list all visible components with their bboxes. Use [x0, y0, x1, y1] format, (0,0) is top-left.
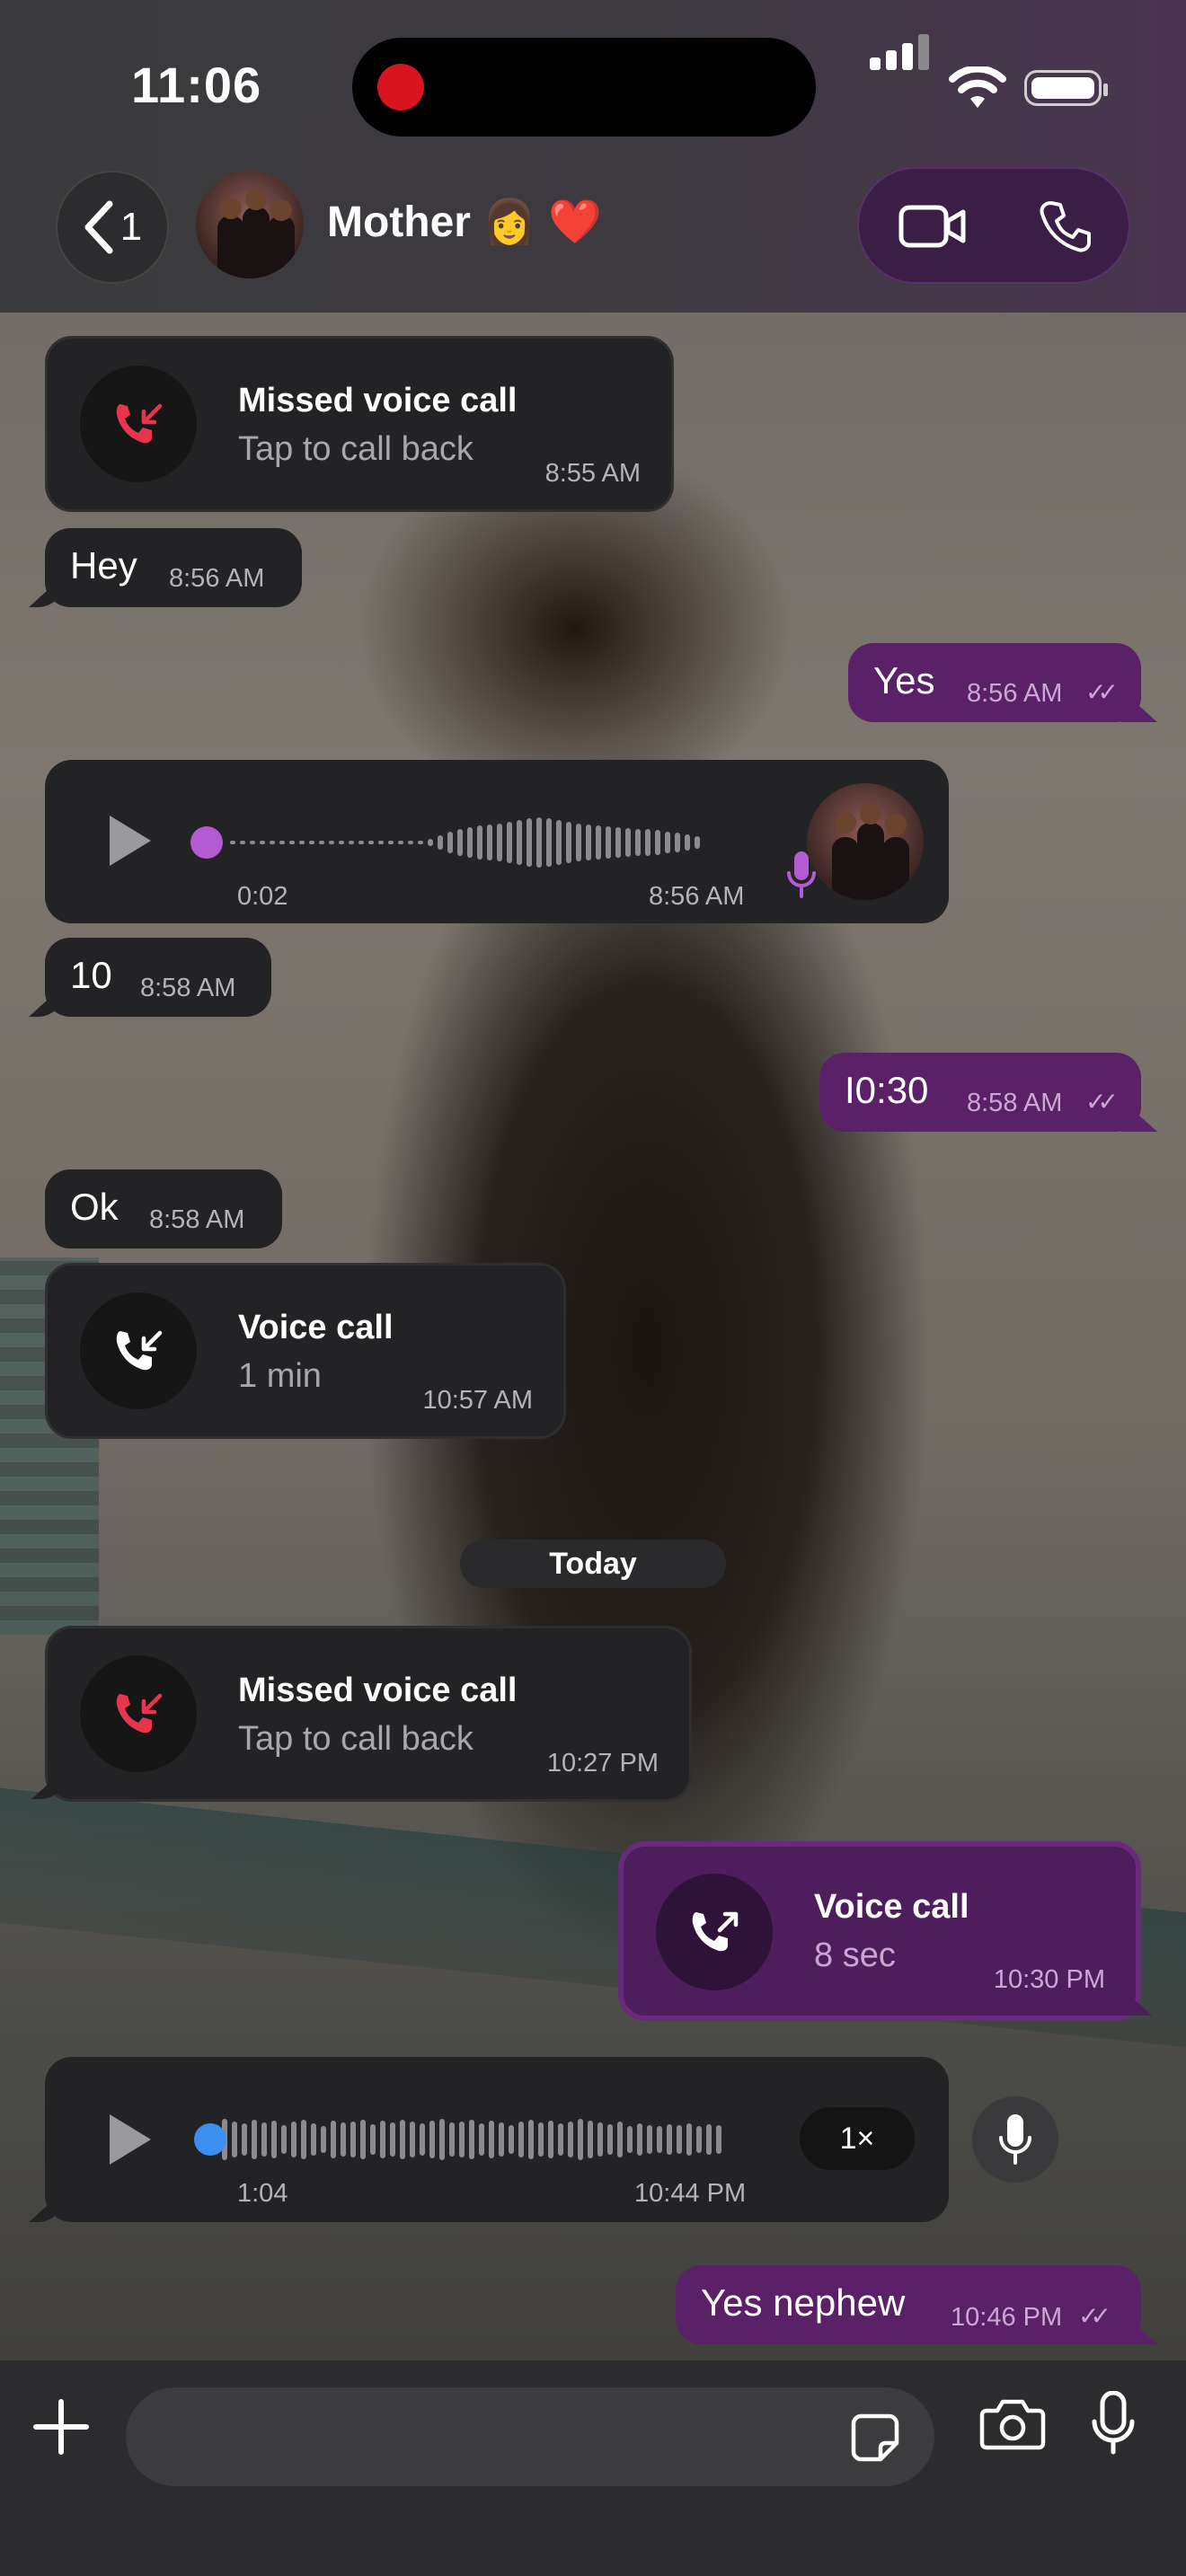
message-time: 8:56 AM: [169, 564, 265, 593]
waveform[interactable]: [230, 816, 700, 869]
message-time: 10:57 AM: [422, 1386, 533, 1415]
outgoing-message[interactable]: Yes 8:56 AM ✓✓: [848, 643, 1141, 722]
play-icon[interactable]: [110, 2114, 151, 2165]
missed-call-icon: [80, 366, 197, 482]
sender-avatar: [807, 783, 924, 900]
message-time: 10:46 PM: [951, 2303, 1063, 2332]
call-actions: [857, 167, 1130, 284]
incoming-message[interactable]: 10 8:58 AM: [45, 938, 271, 1017]
play-icon[interactable]: [110, 816, 151, 866]
message-text: Hey: [70, 544, 137, 587]
missed-call-icon: [80, 1655, 197, 1772]
voice-message[interactable]: 0:02 8:56 AM: [45, 760, 949, 923]
call-subtitle: 8 sec: [814, 1936, 896, 1974]
message-time: 10:44 PM: [634, 2179, 747, 2208]
call-title: Missed voice call: [238, 382, 518, 419]
phone-icon[interactable]: [1039, 199, 1093, 253]
message-time: 8:58 AM: [140, 974, 236, 1002]
call-title: Voice call: [238, 1309, 394, 1346]
outgoing-message[interactable]: I0:30 8:58 AM ✓✓: [819, 1053, 1141, 1132]
playback-position[interactable]: [194, 2123, 226, 2156]
video-camera-icon[interactable]: [898, 203, 967, 250]
message-time: 8:56 AM: [649, 882, 745, 911]
wifi-icon: [949, 66, 1006, 108]
unread-count: 1: [119, 205, 143, 249]
message-text: Ok: [70, 1186, 119, 1228]
microphone-icon: [999, 2114, 1031, 2165]
message-time: 8:56 AM: [967, 679, 1063, 708]
call-subtitle: 1 min: [238, 1357, 322, 1395]
back-button[interactable]: 1: [56, 171, 169, 284]
dynamic-island: [352, 38, 816, 137]
camera-icon[interactable]: [979, 2398, 1046, 2450]
transcribe-button[interactable]: [972, 2096, 1058, 2183]
voice-call-card[interactable]: Voice call 8 sec 10:30 PM: [618, 1841, 1141, 2021]
incoming-message[interactable]: Ok 8:58 AM: [45, 1169, 282, 1248]
contact-name[interactable]: Mother 👩 ❤️: [327, 196, 602, 247]
missed-call-card[interactable]: Missed voice call Tap to call back 8:55 …: [45, 336, 674, 512]
incoming-message[interactable]: Hey 8:56 AM: [45, 528, 302, 607]
read-receipt-icon: ✓✓: [1085, 678, 1119, 706]
outgoing-call-icon: [656, 1874, 773, 1990]
message-text: I0:30: [845, 1069, 929, 1111]
voice-message[interactable]: 1:04 10:44 PM 1×: [45, 2057, 949, 2222]
message-time: 8:58 AM: [149, 1205, 245, 1234]
chevron-left-icon: [84, 200, 113, 254]
status-time: 11:06: [131, 57, 262, 113]
missed-call-card[interactable]: Missed voice call Tap to call back 10:27…: [45, 1626, 692, 1802]
microphone-icon: [787, 851, 816, 898]
battery-icon: [1024, 70, 1108, 106]
message-time: 10:30 PM: [993, 1965, 1105, 1994]
voice-call-card[interactable]: Voice call 1 min 10:57 AM: [45, 1263, 566, 1439]
call-subtitle: Tap to call back: [238, 1720, 474, 1758]
microphone-icon[interactable]: [1091, 2391, 1136, 2456]
read-receipt-icon: ✓✓: [1085, 1088, 1119, 1116]
playback-position[interactable]: [190, 826, 223, 859]
message-composer: [0, 2360, 1186, 2576]
message-text: Yes: [873, 659, 935, 701]
call-title: Missed voice call: [238, 1672, 518, 1709]
incoming-call-icon: [80, 1292, 197, 1409]
playback-speed-button[interactable]: 1×: [800, 2107, 915, 2170]
message-time: 10:27 PM: [546, 1749, 659, 1778]
read-receipt-icon: ✓✓: [1078, 2302, 1111, 2330]
date-separator: Today: [460, 1539, 726, 1588]
top-bar: 11:06 1 Mother 👩 ❤️: [0, 0, 1186, 313]
sticker-icon[interactable]: [850, 2413, 900, 2463]
message-time: 8:58 AM: [967, 1089, 1063, 1117]
recording-indicator: [377, 64, 424, 110]
contact-avatar[interactable]: [196, 171, 304, 278]
message-time: 8:55 AM: [544, 459, 641, 488]
outgoing-message[interactable]: Yes nephew 10:46 PM ✓✓: [676, 2265, 1141, 2344]
message-text: 10: [70, 954, 112, 996]
call-subtitle: Tap to call back: [238, 430, 474, 468]
message-text: Yes nephew: [701, 2281, 906, 2324]
waveform[interactable]: [212, 2113, 721, 2166]
message-input[interactable]: [126, 2387, 934, 2486]
plus-icon[interactable]: [32, 2398, 90, 2456]
voice-duration: 0:02: [237, 882, 288, 911]
call-title: Voice call: [814, 1888, 969, 1926]
voice-duration: 1:04: [237, 2179, 288, 2208]
